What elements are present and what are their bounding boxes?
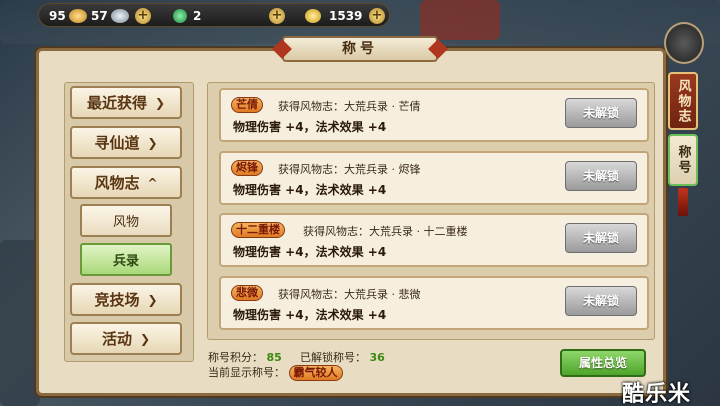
emblem-icon: [664, 22, 704, 64]
silver-amount: 57: [91, 9, 108, 23]
title-desc: 获得风物志：大荒兵录 · 烬锋: [278, 163, 421, 176]
jade-icon: [173, 9, 187, 23]
title-stats: 物理伤害 +4，法术效果 +4: [233, 183, 387, 197]
title-stats: 物理伤害 +4，法术效果 +4: [233, 120, 387, 134]
nav-xunxiandao[interactable]: 寻仙道 ❯: [70, 126, 182, 159]
title-stats: 物理伤害 +4，法术效果 +4: [233, 245, 387, 259]
gold-currency: 95: [49, 8, 87, 24]
title-card: 悲微 获得风物志：大荒兵录 · 悲微 物理伤害 +4，法术效果 +4 未解锁: [219, 276, 649, 330]
gold-amount: 95: [49, 9, 66, 23]
subnav-fengwu-label: 风物: [112, 215, 139, 230]
title-desc: 获得风物志：大荒兵录 · 悲微: [278, 288, 421, 301]
title-desc: 获得风物志：大荒兵录 · 芒倩: [278, 100, 421, 113]
chevron-down-icon: ❯: [139, 331, 151, 346]
unlocked-count-value: 36: [369, 351, 385, 364]
title-tag: 十二重楼: [231, 222, 285, 238]
jade-amount: 2: [193, 9, 202, 23]
add-jade-button[interactable]: +: [269, 8, 285, 24]
add-currency-button[interactable]: +: [135, 8, 151, 24]
nav-fengwuzhi-label: 风物志: [94, 174, 140, 192]
coin-currency: 1539: [305, 8, 362, 24]
panel-title: 称号: [282, 36, 438, 62]
chevron-down-icon: ❯: [154, 95, 166, 110]
subnav-binglu-label: 兵录: [112, 254, 139, 269]
current-title-label: 当前显示称号：: [208, 366, 285, 379]
title-tag: 烬锋: [231, 160, 263, 176]
title-tag: 悲微: [231, 285, 263, 301]
locked-button[interactable]: 未解锁: [565, 98, 637, 128]
title-stats: 物理伤害 +4，法术效果 +4: [233, 308, 387, 322]
background-tree: [420, 0, 500, 40]
nav-activity-label: 活动: [101, 330, 132, 348]
subnav-binglu[interactable]: 兵录: [80, 243, 172, 276]
nav-fengwuzhi[interactable]: 风物志 ^: [70, 166, 182, 199]
coin-icon: [305, 9, 321, 23]
nav-recent-label: 最近获得: [86, 94, 147, 112]
tab-title-label: 称号: [675, 145, 691, 175]
title-card: 十二重楼 获得风物志：大荒兵录 · 十二重楼 物理伤害 +4，法术效果 +4 未…: [219, 213, 649, 267]
add-coin-button[interactable]: +: [369, 8, 385, 24]
nav-activity[interactable]: 活动 ❯: [70, 322, 182, 355]
current-title: 当前显示称号： 霸气较人: [208, 364, 343, 381]
nav-arena[interactable]: 竞技场 ❯: [70, 283, 182, 316]
tab-title[interactable]: 称号: [668, 134, 698, 186]
title-tag: 芒倩: [231, 97, 263, 113]
locked-button[interactable]: 未解锁: [565, 223, 637, 253]
chevron-up-icon: ^: [147, 175, 158, 190]
jade-currency: 2: [173, 8, 201, 24]
tassel-ornament-icon: [678, 188, 688, 216]
tab-fengwuzhi[interactable]: 风物志: [668, 72, 698, 130]
tab-fengwuzhi-label: 风物志: [675, 78, 691, 124]
unlocked-count-label: 已解锁称号：: [300, 351, 366, 364]
nav-recent[interactable]: 最近获得 ❯: [70, 86, 182, 119]
background-wall: [0, 240, 40, 406]
subnav-fengwu[interactable]: 风物: [80, 204, 172, 237]
silver-ingot-icon: [110, 9, 129, 23]
nav-arena-label: 竞技场: [94, 291, 140, 309]
locked-button[interactable]: 未解锁: [565, 286, 637, 316]
chevron-down-icon: ❯: [147, 292, 158, 307]
locked-button[interactable]: 未解锁: [565, 161, 637, 191]
silver-currency: 57: [91, 8, 129, 24]
title-card: 烬锋 获得风物志：大荒兵录 · 烬锋 物理伤害 +4，法术效果 +4 未解锁: [219, 151, 649, 205]
gold-ingot-icon: [68, 9, 87, 23]
title-desc: 获得风物志：大荒兵录 · 十二重楼: [303, 225, 468, 238]
title-card: 芒倩 获得风物志：大荒兵录 · 芒倩 物理伤害 +4，法术效果 +4 未解锁: [219, 88, 649, 142]
title-points-label: 称号积分：: [208, 351, 263, 364]
chevron-down-icon: ❯: [147, 135, 158, 150]
attribute-overview-button[interactable]: 属性总览: [560, 349, 646, 377]
current-title-tag: 霸气较人: [288, 365, 343, 381]
nav-xunxiandao-label: 寻仙道: [94, 134, 140, 152]
title-points-value: 85: [266, 351, 282, 364]
unlocked-count: 已解锁称号： 36: [300, 349, 385, 365]
title-points: 称号积分： 85: [208, 349, 282, 365]
currency-bar: 95 57 + 2 + 1539 +: [38, 3, 390, 27]
coin-amount: 1539: [329, 9, 363, 23]
watermark: 酷乐米: [622, 382, 692, 406]
